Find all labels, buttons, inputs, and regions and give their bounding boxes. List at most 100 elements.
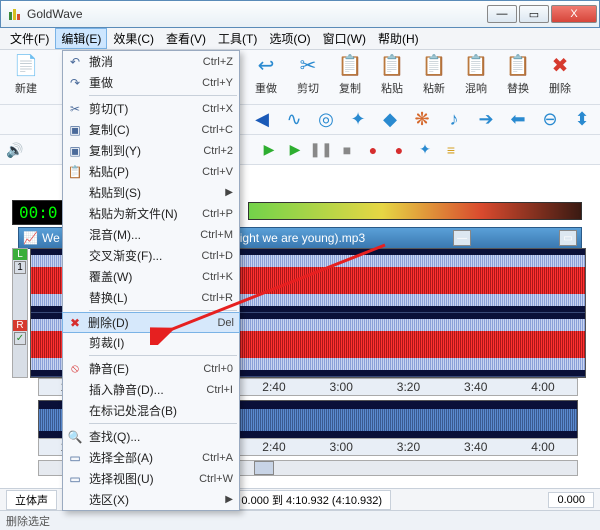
replace-icon[interactable]: 📋替换 — [498, 52, 538, 102]
shortcut: Ctrl+P — [202, 208, 233, 220]
menu-item-label: 在标记处混合(B) — [89, 402, 177, 419]
mix-at-marker-icon — [67, 403, 83, 419]
submenu-arrow-icon: ▶ — [225, 187, 233, 198]
menu-item-copy[interactable]: ▣复制(C)Ctrl+C — [63, 119, 239, 140]
menu-item-paste-to[interactable]: 粘贴到(S)▶ — [63, 182, 239, 203]
diamond-icon[interactable]: ◆ — [378, 108, 402, 132]
mix-icon[interactable]: 📋混响 — [456, 52, 496, 102]
hsplit-icon[interactable]: ⊖ — [538, 108, 562, 132]
channel-1-label[interactable]: 1 — [14, 261, 26, 274]
menu-item-copy-to[interactable]: ▣复制到(Y)Ctrl+2 — [63, 140, 239, 161]
tick: 3:40 — [464, 380, 487, 394]
menu-item-undo[interactable]: ↶撤消Ctrl+Z — [63, 51, 239, 72]
redo-icon: ↷ — [67, 75, 83, 91]
play-icon[interactable]: ▶ — [258, 139, 280, 161]
shortcut: Ctrl+W — [199, 473, 233, 485]
minimize-button[interactable]: — — [487, 5, 517, 23]
insert-silence-icon — [67, 382, 83, 398]
menu-item-label: 剪裁(I) — [89, 334, 124, 351]
overwrite-icon — [67, 269, 83, 285]
menu-item-mute[interactable]: ⦸静音(E)Ctrl+0 — [63, 358, 239, 379]
speaker-icon[interactable]: ◀ — [250, 108, 274, 132]
select-view-icon: ▭ — [67, 471, 83, 487]
tick: 3:00 — [330, 440, 353, 454]
pinwheel-icon[interactable]: ❋ — [410, 108, 434, 132]
menu-0[interactable]: 文件(F) — [4, 28, 55, 49]
paste-icon: 📋 — [67, 164, 83, 180]
menu-item-label: 粘贴(P) — [89, 163, 129, 180]
select-all-icon: ▭ — [67, 450, 83, 466]
menu-item-redo[interactable]: ↷重做Ctrl+Y — [63, 72, 239, 93]
record2-icon[interactable]: ● — [388, 139, 410, 161]
arrow-right-icon[interactable]: ➔ — [474, 108, 498, 132]
tick: 3:20 — [397, 440, 420, 454]
maximize-button[interactable]: ▭ — [519, 5, 549, 23]
scrollbar-thumb[interactable] — [254, 461, 274, 475]
pause-icon[interactable]: ❚❚ — [310, 139, 332, 161]
paste-icon[interactable]: 📋粘贴 — [372, 52, 412, 102]
menu-item-label: 粘贴为新文件(N) — [89, 205, 178, 222]
menu-item-mix[interactable]: 混音(M)...Ctrl+M — [63, 224, 239, 245]
menu-6[interactable]: 窗口(W) — [317, 28, 372, 49]
tick: 4:00 — [531, 380, 554, 394]
menu-item-trim[interactable]: 剪裁(I) — [63, 332, 239, 353]
menu-item-selection[interactable]: 选区(X)▶ — [63, 489, 239, 510]
status-stereo[interactable]: 立体声 — [6, 490, 57, 510]
cut-icon[interactable]: ✂剪切 — [288, 52, 328, 102]
copy-icon[interactable]: 📋复制 — [330, 52, 370, 102]
shortcut: Ctrl+R — [202, 292, 233, 304]
menu-item-paste-new[interactable]: 粘贴为新文件(N) Ctrl+P — [63, 203, 239, 224]
menu-2[interactable]: 效果(C) — [107, 28, 160, 49]
vsplit-icon[interactable]: ⬍ — [570, 108, 594, 132]
menu-item-select-all[interactable]: ▭选择全部(A)Ctrl+A — [63, 447, 239, 468]
doc-min-button[interactable]: — — [453, 230, 471, 246]
menu-item-delete[interactable]: ✖删除(D)Del — [62, 312, 240, 333]
paste-new-icon[interactable]: 📋粘新 — [414, 52, 454, 102]
channel-r-label: R — [13, 320, 27, 331]
play2-icon[interactable]: ▶ — [284, 139, 306, 161]
doc-title-left: We — [42, 231, 60, 245]
menu-7[interactable]: 帮助(H) — [372, 28, 425, 49]
menu-item-label: 插入静音(D)... — [89, 381, 164, 398]
close-button[interactable]: X — [551, 5, 597, 23]
menu-4[interactable]: 工具(T) — [212, 28, 263, 49]
tick: 3:40 — [464, 440, 487, 454]
props-icon[interactable]: ≡ — [440, 139, 462, 161]
menu-item-select-view[interactable]: ▭选择视图(U)Ctrl+W — [63, 468, 239, 489]
level-meter — [248, 202, 582, 220]
title-bar: GoldWave — ▭ X — [0, 0, 600, 28]
undo-icon: ↶ — [67, 54, 83, 70]
menu-1[interactable]: 编辑(E) — [55, 28, 107, 49]
menu-item-cut[interactable]: ✂剪切(T)Ctrl+X — [63, 98, 239, 119]
stop-icon[interactable]: ■ — [336, 139, 358, 161]
menu-5[interactable]: 选项(O) — [263, 28, 316, 49]
shortcut: Ctrl+C — [202, 124, 233, 136]
sparkle-icon[interactable]: ✦ — [346, 108, 370, 132]
note-icon[interactable]: ♪ — [442, 108, 466, 132]
menu-item-insert-silence[interactable]: 插入静音(D)...Ctrl+I — [63, 379, 239, 400]
circle-effect-icon[interactable]: ◎ — [314, 108, 338, 132]
arrow-left-icon[interactable]: ⬅ — [506, 108, 530, 132]
menu-item-paste[interactable]: 📋粘贴(P)Ctrl+V — [63, 161, 239, 182]
menu-item-overwrite[interactable]: 覆盖(W)Ctrl+K — [63, 266, 239, 287]
shortcut: Ctrl+Z — [203, 56, 233, 68]
menu-3[interactable]: 查看(V) — [160, 28, 212, 49]
shortcut: Del — [217, 317, 234, 329]
menu-item-label: 替换(L) — [89, 289, 128, 306]
redo-icon[interactable]: ↩重做 — [246, 52, 286, 102]
menu-item-crossfade[interactable]: 交叉渐变(F)...Ctrl+D — [63, 245, 239, 266]
menu-item-mix-at-marker[interactable]: 在标记处混合(B) — [63, 400, 239, 421]
speaker-left-icon: 🔊 — [6, 142, 22, 158]
mute-icon: ⦸ — [67, 361, 83, 377]
menu-item-find[interactable]: 🔍查找(Q)... — [63, 426, 239, 447]
marker-icon[interactable]: ✦ — [414, 139, 436, 161]
doc-max-button[interactable]: ▭ — [559, 230, 577, 246]
delete-big-icon[interactable]: ✖删除 — [540, 52, 580, 102]
new-file-icon[interactable]: 📄新建 — [6, 52, 46, 102]
record-icon[interactable]: ● — [362, 139, 384, 161]
wave-effect-icon[interactable]: ∿ — [282, 108, 306, 132]
channel-check[interactable]: ✓ — [14, 332, 26, 345]
menu-item-replace[interactable]: 替换(L) Ctrl+R — [63, 287, 239, 308]
submenu-arrow-icon: ▶ — [225, 494, 233, 505]
menu-item-label: 混音(M)... — [89, 226, 141, 243]
